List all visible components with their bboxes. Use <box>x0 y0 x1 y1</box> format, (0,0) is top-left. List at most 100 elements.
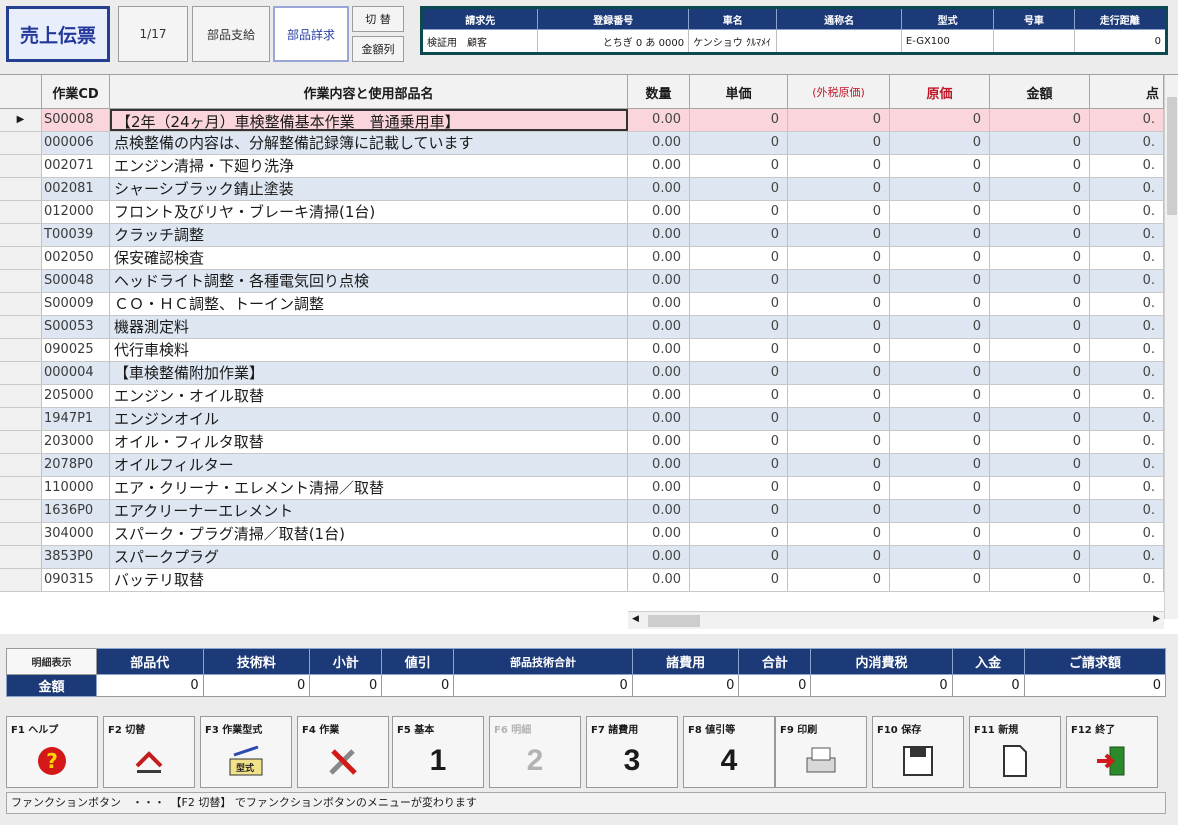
sales-slip-title-button[interactable]: 売上伝票 <box>6 6 110 62</box>
grid-header-price[interactable]: 単価 <box>690 75 788 109</box>
amount-cell[interactable]: 0 <box>990 408 1090 430</box>
qty-cell[interactable]: 0.00 <box>628 132 690 154</box>
grid-header-amount[interactable]: 金額 <box>990 75 1090 109</box>
row-selector[interactable] <box>0 339 42 361</box>
work-name-cell[interactable]: 代行車検料 <box>110 339 628 361</box>
info-billing-value[interactable]: 検証用 顧客 <box>420 29 539 54</box>
qty-cell[interactable]: 0.00 <box>628 339 690 361</box>
cost-cell[interactable]: 0 <box>890 201 990 223</box>
table-row[interactable]: ▶ S00008 【2年（24ヶ月）車検整備基本作業 普通乗用車】 0.00 0 0 0 0 0… <box>0 109 1178 132</box>
tax-cell[interactable]: 0 <box>788 477 890 499</box>
work-code-cell[interactable]: S00008 <box>42 109 110 131</box>
pt-cell[interactable]: 0. <box>1090 431 1164 453</box>
tax-cell[interactable]: 0 <box>788 546 890 568</box>
qty-cell[interactable]: 0.00 <box>628 477 690 499</box>
row-selector[interactable] <box>0 362 42 384</box>
table-row[interactable]: S00009 ＣＯ・ＨＣ調整、トーイン調整 0.00 0 0 0 0 0. <box>0 293 1178 316</box>
amount-cell[interactable]: 0 <box>990 293 1090 315</box>
price-cell[interactable]: 0 <box>690 339 788 361</box>
table-row[interactable]: 110000 エア・クリーナ・エレメント清掃／取替 0.00 0 0 0 0 0. <box>0 477 1178 500</box>
work-name-cell[interactable]: オイルフィルター <box>110 454 628 476</box>
price-cell[interactable]: 0 <box>690 385 788 407</box>
amount-cell[interactable]: 0 <box>990 523 1090 545</box>
cost-cell[interactable]: 0 <box>890 224 990 246</box>
table-row[interactable]: 2078P0 オイルフィルター 0.00 0 0 0 0 0. <box>0 454 1178 477</box>
work-code-cell[interactable]: 205000 <box>42 385 110 407</box>
pt-cell[interactable]: 0. <box>1090 385 1164 407</box>
info-car-name-value[interactable]: ケンショウ ｸﾙﾏﾒｲ <box>688 29 778 54</box>
grid-header-code[interactable]: 作業CD <box>42 75 110 109</box>
work-code-cell[interactable]: 000004 <box>42 362 110 384</box>
tax-cell[interactable]: 0 <box>788 454 890 476</box>
qty-cell[interactable]: 0.00 <box>628 546 690 568</box>
price-cell[interactable]: 0 <box>690 362 788 384</box>
price-cell[interactable]: 0 <box>690 569 788 591</box>
table-row[interactable]: 000004 【車検整備附加作業】 0.00 0 0 0 0 0. <box>0 362 1178 385</box>
work-name-cell[interactable]: 点検整備の内容は、分解整備記録簿に記載しています <box>110 132 628 154</box>
cost-cell[interactable]: 0 <box>890 247 990 269</box>
table-row[interactable]: 002050 保安確認検査 0.00 0 0 0 0 0. <box>0 247 1178 270</box>
row-selector[interactable] <box>0 270 42 292</box>
work-code-cell[interactable]: S00048 <box>42 270 110 292</box>
info-registration-value[interactable]: とちぎ 0 あ 0000 <box>537 29 690 54</box>
tax-cell[interactable]: 0 <box>788 109 890 131</box>
amount-cell[interactable]: 0 <box>990 454 1090 476</box>
cost-cell[interactable]: 0 <box>890 408 990 430</box>
cost-cell[interactable]: 0 <box>890 109 990 131</box>
pt-cell[interactable]: 0. <box>1090 523 1164 545</box>
info-mileage-value[interactable]: 0 <box>1073 29 1168 54</box>
cost-cell[interactable]: 0 <box>890 362 990 384</box>
pt-cell[interactable]: 0. <box>1090 178 1164 200</box>
qty-cell[interactable]: 0.00 <box>628 109 690 131</box>
amount-cell[interactable]: 0 <box>990 431 1090 453</box>
work-name-cell[interactable]: スパーク・プラグ清掃／取替(1台) <box>110 523 628 545</box>
fkey-11-button[interactable]: F11 新規 <box>969 716 1061 788</box>
price-cell[interactable]: 0 <box>690 408 788 430</box>
amount-cell[interactable]: 0 <box>990 477 1090 499</box>
work-code-cell[interactable]: 110000 <box>42 477 110 499</box>
qty-cell[interactable]: 0.00 <box>628 270 690 292</box>
cost-cell[interactable]: 0 <box>890 523 990 545</box>
pt-cell[interactable]: 0. <box>1090 270 1164 292</box>
row-selector[interactable] <box>0 569 42 591</box>
work-name-cell[interactable]: エア・クリーナ・エレメント清掃／取替 <box>110 477 628 499</box>
fkey-4-button[interactable]: F4 作業 <box>297 716 389 788</box>
price-cell[interactable]: 0 <box>690 109 788 131</box>
amount-cell[interactable]: 0 <box>990 546 1090 568</box>
tax-cell[interactable]: 0 <box>788 201 890 223</box>
row-selector[interactable] <box>0 155 42 177</box>
work-code-cell[interactable]: 090315 <box>42 569 110 591</box>
work-name-cell[interactable]: バッテリ取替 <box>110 569 628 591</box>
qty-cell[interactable]: 0.00 <box>628 362 690 384</box>
cost-cell[interactable]: 0 <box>890 546 990 568</box>
pt-cell[interactable]: 0. <box>1090 155 1164 177</box>
work-items-grid[interactable]: 作業CD 作業内容と使用部品名 数量 単価 (外税原価) 原価 金額 点 ▶ S0… <box>0 74 1178 634</box>
row-selector[interactable]: ▶ <box>0 109 42 131</box>
pt-cell[interactable]: 0. <box>1090 546 1164 568</box>
fkey-2-button[interactable]: F2 切替 <box>103 716 195 788</box>
qty-cell[interactable]: 0.00 <box>628 431 690 453</box>
vertical-scroll-thumb[interactable] <box>1167 97 1177 215</box>
amount-column-button[interactable]: 金額列 <box>352 36 404 62</box>
work-name-cell[interactable]: ヘッドライト調整・各種電気回り点検 <box>110 270 628 292</box>
work-code-cell[interactable]: 000006 <box>42 132 110 154</box>
work-name-cell[interactable]: スパークプラグ <box>110 546 628 568</box>
work-name-cell[interactable]: エアクリーナーエレメント <box>110 500 628 522</box>
price-cell[interactable]: 0 <box>690 546 788 568</box>
price-cell[interactable]: 0 <box>690 155 788 177</box>
cost-cell[interactable]: 0 <box>890 385 990 407</box>
parts-request-button[interactable]: 部品詳求 <box>273 6 349 62</box>
table-row[interactable]: 000006 点検整備の内容は、分解整備記録簿に記載しています 0.00 0 0 0 0 0. <box>0 132 1178 155</box>
pt-cell[interactable]: 0. <box>1090 454 1164 476</box>
amount-cell[interactable]: 0 <box>990 201 1090 223</box>
cost-cell[interactable]: 0 <box>890 569 990 591</box>
amount-cell[interactable]: 0 <box>990 500 1090 522</box>
grid-header-name[interactable]: 作業内容と使用部品名 <box>110 75 628 109</box>
work-code-cell[interactable]: 002050 <box>42 247 110 269</box>
tax-cell[interactable]: 0 <box>788 316 890 338</box>
table-row[interactable]: S00048 ヘッドライト調整・各種電気回り点検 0.00 0 0 0 0 0. <box>0 270 1178 293</box>
price-cell[interactable]: 0 <box>690 201 788 223</box>
work-code-cell[interactable]: S00009 <box>42 293 110 315</box>
price-cell[interactable]: 0 <box>690 431 788 453</box>
qty-cell[interactable]: 0.00 <box>628 224 690 246</box>
